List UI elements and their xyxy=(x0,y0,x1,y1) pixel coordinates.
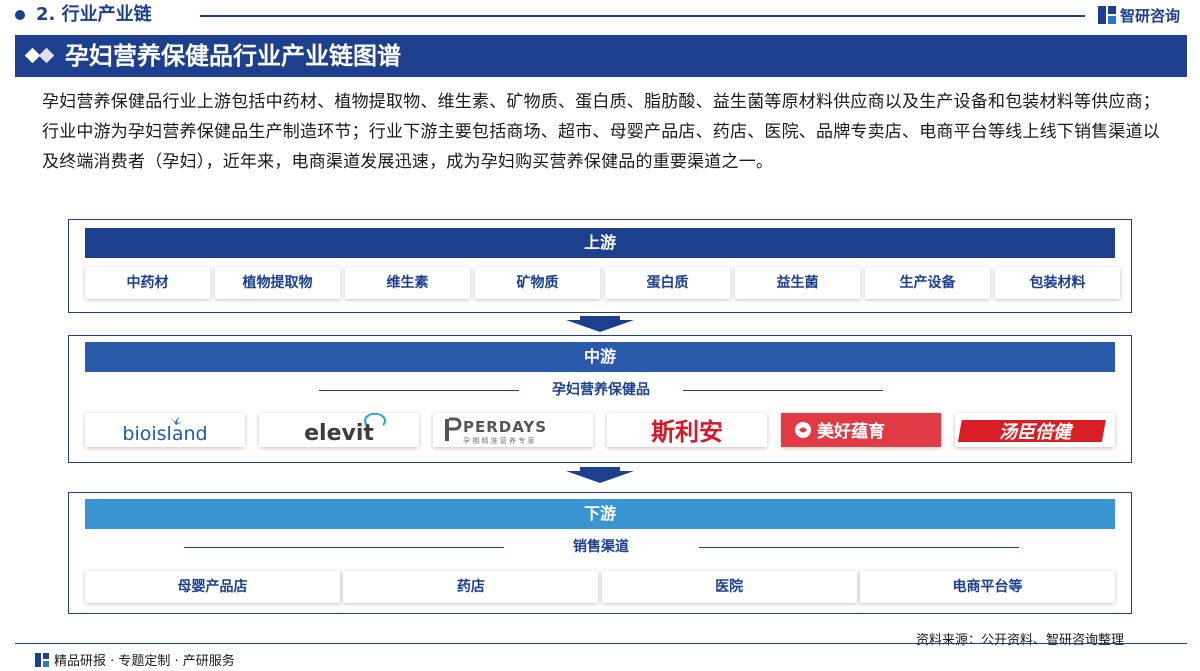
meihao-text: 美好蕴育 xyxy=(817,421,885,442)
brand-name: 智研咨询 xyxy=(1120,6,1181,25)
logo-meihao: 美好蕴育 xyxy=(781,413,941,447)
elevit-text: elevit xyxy=(304,421,374,446)
flow-arrow-icon xyxy=(566,316,634,332)
logo-perdays: PERDAYS 孕 期 精 准 营 养 专 家 xyxy=(433,413,593,447)
upstream-panel: 上游 中药材 植物提取物 维生素 矿物质 蛋白质 益生菌 生产设备 包装材料 xyxy=(68,219,1132,313)
midstream-panel: 中游 孕妇营养保健品 bioisland elevit PERDAYS 孕 期 … xyxy=(68,335,1132,463)
perdays-subtext: 孕 期 精 准 营 养 专 家 xyxy=(463,436,535,445)
upstream-item: 包装材料 xyxy=(995,267,1120,299)
logo-siliann: 斯利安 xyxy=(607,413,767,447)
upstream-items: 中药材 植物提取物 维生素 矿物质 蛋白质 益生菌 生产设备 包装材料 xyxy=(85,267,1125,299)
midstream-sub-header: 孕妇营养保健品 xyxy=(69,380,1133,400)
section-dot-icon xyxy=(15,10,25,20)
sub-divider-right xyxy=(683,390,883,391)
upstream-band: 上游 xyxy=(85,228,1115,258)
downstream-item: 药店 xyxy=(343,571,599,603)
footer-slogan: 精品研报 · 专题定制 · 产研服务 xyxy=(54,654,235,669)
perdays-text: PERDAYS xyxy=(463,418,547,436)
section-header: 2. 行业产业链 智研咨询 xyxy=(0,0,1200,30)
downstream-item: 医院 xyxy=(601,571,857,603)
upstream-item: 维生素 xyxy=(345,267,470,299)
downstream-item: 电商平台等 xyxy=(859,571,1115,603)
downstream-panel: 下游 销售渠道 母婴产品店 药店 医院 电商平台等 xyxy=(68,492,1132,614)
footer-brand-icon xyxy=(35,652,49,667)
title-bar: 孕妇营养保健品行业产业链图谱 xyxy=(15,35,1187,77)
footer-divider xyxy=(15,643,1187,644)
midstream-band: 中游 xyxy=(85,342,1115,372)
downstream-item: 母婴产品店 xyxy=(85,571,340,603)
upstream-item: 生产设备 xyxy=(865,267,990,299)
sub-divider-right xyxy=(699,547,1019,548)
footer-brand: 精品研报 · 专题定制 · 产研服务 xyxy=(35,650,235,669)
section-title: 2. 行业产业链 xyxy=(36,4,152,25)
upstream-item: 植物提取物 xyxy=(215,267,340,299)
intro-paragraph: 孕妇营养保健品行业上游包括中药材、植物提取物、维生素、矿物质、蛋白质、脂肪酸、益… xyxy=(42,92,1160,172)
upstream-item: 益生菌 xyxy=(735,267,860,299)
logo-bioisland: bioisland xyxy=(85,413,245,447)
brand-logo: 智研咨询 xyxy=(1098,4,1180,26)
upstream-item: 矿物质 xyxy=(475,267,600,299)
logo-elevit: elevit xyxy=(259,413,419,447)
upstream-item: 蛋白质 xyxy=(605,267,730,299)
downstream-items: 母婴产品店 药店 医院 电商平台等 xyxy=(85,571,1115,603)
tangchen-text: 汤臣倍健 xyxy=(999,422,1074,443)
sub-divider-left xyxy=(184,547,504,548)
downstream-sub-header: 销售渠道 xyxy=(69,537,1133,557)
brand-logos: bioisland elevit PERDAYS 孕 期 精 准 营 养 专 家… xyxy=(85,413,1115,447)
logo-tangchen: 汤臣倍健 xyxy=(955,413,1115,447)
sub-divider-left xyxy=(319,390,519,391)
source-note: 资料来源：公开资料、智研咨询整理 xyxy=(916,633,1125,648)
downstream-band: 下游 xyxy=(85,499,1115,529)
upstream-item: 中药材 xyxy=(85,267,210,299)
bioisland-text: bioisland xyxy=(122,423,207,445)
brand-mark-icon xyxy=(1098,6,1116,24)
page-title: 孕妇营养保健品行业产业链图谱 xyxy=(65,42,401,70)
section-divider xyxy=(200,15,1085,17)
flow-arrow-icon xyxy=(566,467,634,483)
siliann-text: 斯利安 xyxy=(651,418,723,446)
diamond-icon xyxy=(24,47,59,64)
downstream-sub-label: 销售渠道 xyxy=(573,539,629,555)
midstream-sub-label: 孕妇营养保健品 xyxy=(552,382,650,398)
